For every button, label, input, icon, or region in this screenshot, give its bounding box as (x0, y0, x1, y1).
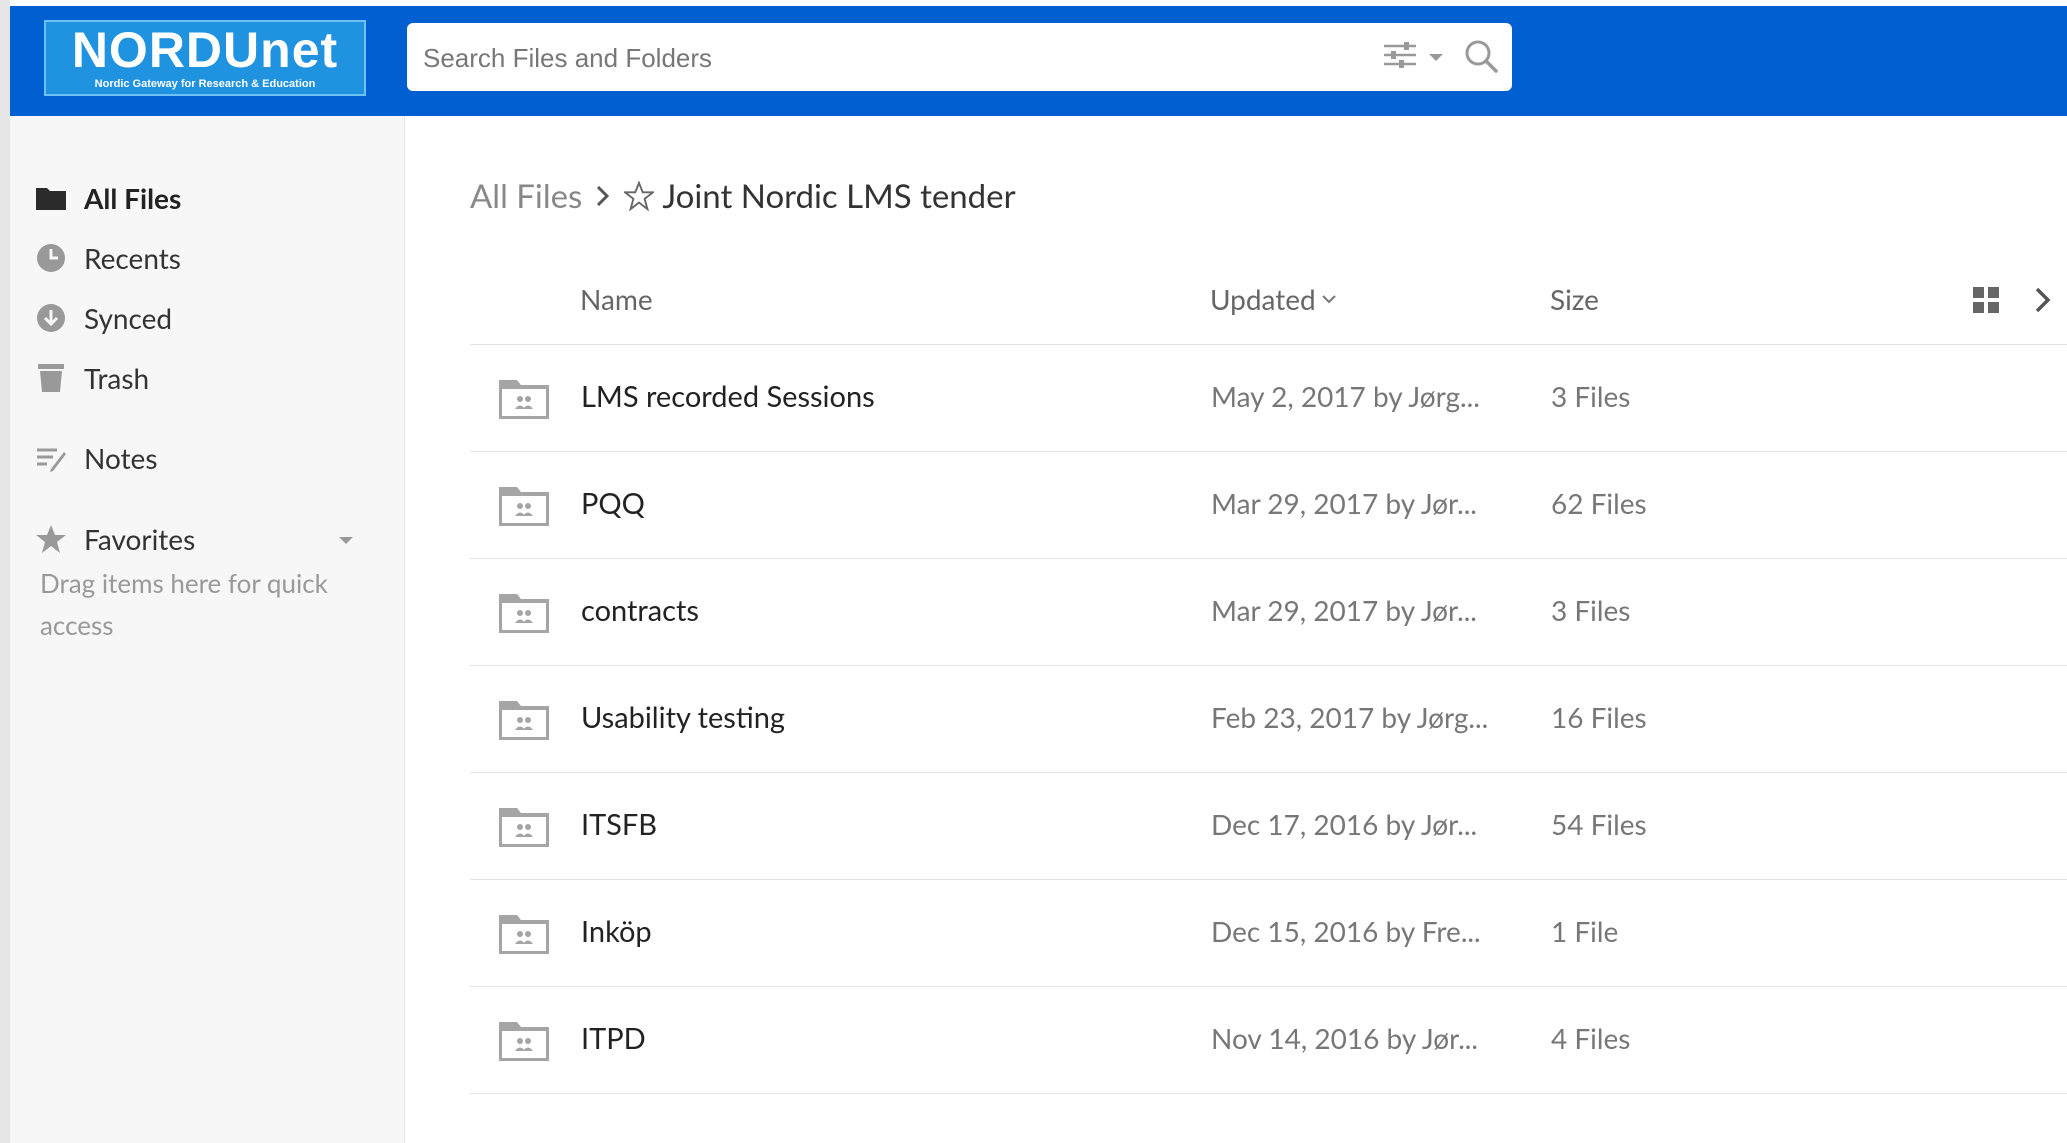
table-header: Name Updated Size (470, 258, 2067, 345)
search-input[interactable] (421, 33, 1325, 83)
file-size: 3 Files (1551, 593, 1631, 627)
file-name[interactable]: LMS recorded Sessions (581, 379, 875, 414)
file-updated: Mar 29, 2017 by Jør... (1211, 486, 1477, 520)
logo-tagline: Nordic Gateway for Research & Education (94, 78, 316, 90)
top-bar: NORDUnet Nordic Gateway for Research & E… (10, 6, 2067, 116)
file-updated: Mar 29, 2017 by Jør... (1211, 593, 1477, 627)
sidebar-item-label: Favorites (84, 522, 196, 556)
search-icon (1463, 40, 1499, 78)
sidebar-item-synced[interactable]: Synced (34, 296, 374, 340)
breadcrumb: All Files Joint Nordic LMS tender (470, 171, 1016, 221)
chevron-right-icon[interactable] (2033, 286, 2057, 314)
favorites-hint: Drag items here for quick access (40, 567, 328, 641)
sidebar-item-label: Trash (84, 361, 150, 395)
column-header-name[interactable]: Name (580, 282, 653, 316)
table-row[interactable]: PQQ Mar 29, 2017 by Jør... 62 Files (470, 452, 2067, 559)
main-content: All Files Joint Nordic LMS tender Name U… (470, 116, 2067, 1143)
sidebar-item-label: Synced (84, 301, 173, 335)
sidebar-item-all-files[interactable]: All Files (34, 176, 374, 220)
shared-folder-icon (498, 1018, 550, 1062)
file-name[interactable]: ITSFB (581, 807, 657, 842)
chevron-down-icon[interactable] (338, 531, 354, 550)
shared-folder-icon (498, 697, 550, 741)
nordunet-logo[interactable]: NORDUnet Nordic Gateway for Research & E… (44, 20, 366, 96)
chevron-down-icon (1428, 48, 1444, 67)
search-button[interactable] (1463, 38, 1499, 74)
sidebar-item-trash[interactable]: Trash (34, 356, 374, 400)
column-header-updated[interactable]: Updated (1210, 282, 1336, 316)
clock-icon (34, 241, 68, 275)
trash-icon (34, 361, 68, 395)
file-size: 62 Files (1551, 486, 1647, 520)
sidebar: All Files Recents Synced Trash Notes Fav (10, 116, 405, 1143)
file-updated: Dec 15, 2016 by Fre... (1211, 914, 1481, 948)
logo-wordmark: NORDUnet (71, 22, 339, 78)
sidebar-item-label: All Files (84, 181, 182, 215)
table-row[interactable]: contracts Mar 29, 2017 by Jør... 3 Files (470, 559, 2067, 666)
file-updated: Dec 17, 2016 by Jør... (1211, 807, 1478, 841)
file-updated: Feb 23, 2017 by Jørg... (1211, 700, 1489, 734)
sliders-icon (1382, 41, 1418, 73)
breadcrumb-current-folder: Joint Nordic LMS tender (662, 176, 1016, 216)
table-row[interactable]: Usability testing Feb 23, 2017 by Jørg..… (470, 666, 2067, 773)
table-row[interactable]: ITSFB Dec 17, 2016 by Jør... 54 Files (470, 773, 2067, 880)
table-row[interactable]: Inköp Dec 15, 2016 by Fre... 1 File (470, 880, 2067, 987)
file-name[interactable]: contracts (581, 593, 699, 628)
file-size: 1 File (1551, 914, 1619, 948)
sidebar-item-label: Recents (84, 241, 181, 275)
file-updated: Nov 14, 2016 by Jør... (1211, 1021, 1479, 1055)
shared-folder-icon (498, 911, 550, 955)
shared-folder-icon (498, 804, 550, 848)
download-icon (34, 301, 68, 335)
file-size: 16 Files (1551, 700, 1647, 734)
notes-icon (34, 441, 68, 475)
file-name[interactable]: ITPD (581, 1021, 646, 1056)
file-size: 4 Files (1551, 1021, 1631, 1055)
sidebar-item-notes[interactable]: Notes (34, 436, 374, 480)
table-row[interactable]: ITPD Nov 14, 2016 by Jør... 4 Files (470, 987, 2067, 1094)
window-edge (0, 0, 10, 1143)
search-box (407, 23, 1512, 91)
shared-folder-icon (498, 376, 550, 420)
shared-folder-icon (498, 483, 550, 527)
column-header-updated-label: Updated (1210, 282, 1316, 316)
breadcrumb-all-files[interactable]: All Files (470, 176, 582, 216)
file-name[interactable]: Usability testing (581, 700, 785, 735)
search-filter-button[interactable] (1382, 40, 1448, 74)
chevron-right-icon (596, 185, 610, 207)
file-size: 3 Files (1551, 379, 1631, 413)
file-list: LMS recorded Sessions May 2, 2017 by Jør… (470, 345, 2067, 1094)
grid-view-icon[interactable] (1972, 286, 2000, 314)
sidebar-item-label: Notes (84, 441, 158, 475)
file-name[interactable]: Inköp (581, 914, 652, 949)
file-size: 54 Files (1551, 807, 1647, 841)
sidebar-item-favorites[interactable]: Favorites (34, 517, 374, 561)
shared-folder-icon (498, 590, 550, 634)
file-name[interactable]: PQQ (581, 486, 645, 521)
folder-icon (34, 181, 68, 215)
file-updated: May 2, 2017 by Jørg... (1211, 379, 1480, 413)
sidebar-item-recents[interactable]: Recents (34, 236, 374, 280)
sort-down-icon (1322, 294, 1336, 304)
table-row[interactable]: LMS recorded Sessions May 2, 2017 by Jør… (470, 345, 2067, 452)
star-outline-icon[interactable] (624, 181, 655, 211)
column-header-size[interactable]: Size (1550, 282, 1599, 316)
star-icon (34, 522, 68, 556)
